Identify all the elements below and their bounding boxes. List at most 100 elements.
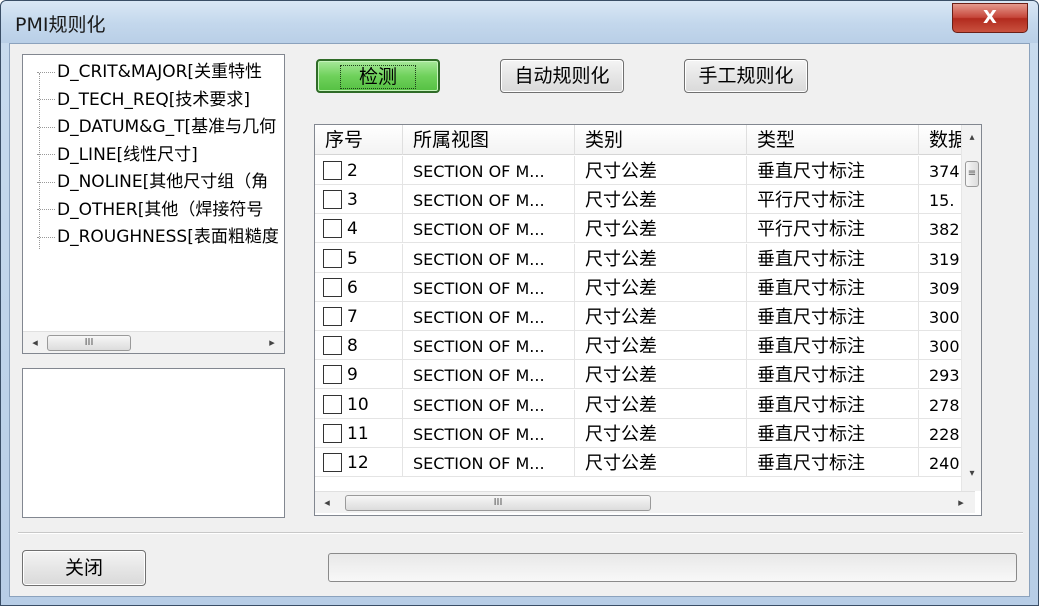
cell-category: 尺寸公差 (575, 331, 747, 361)
tree-branch-line (37, 154, 55, 155)
column-header-category[interactable]: 类别 (575, 125, 747, 155)
cell-no: 11 (315, 418, 403, 448)
layer-tree-panel: D_CRIT&MAJOR[关重特性 D_TECH_REQ[技术要求] D_DATUM… (22, 54, 285, 354)
tree-item[interactable]: D_NOLINE[其他尺寸组（角 (37, 169, 268, 195)
cell-category: 尺寸公差 (575, 448, 747, 477)
row-checkbox[interactable] (323, 307, 342, 326)
scroll-right-arrow-icon[interactable]: ▸ (262, 332, 282, 354)
cell-view: SECTION OF M... (403, 302, 575, 331)
cell-type: 垂直尺寸标注 (747, 389, 919, 419)
table-vscroll-thumb[interactable]: ≡ (965, 161, 979, 187)
cell-no: 12 (315, 448, 403, 477)
check-button[interactable]: 检测 (316, 59, 440, 93)
table-row[interactable]: 5 SECTION OF M... 尺寸公差 垂直尺寸标注 319.4 (315, 243, 975, 273)
tree-scroll-thumb[interactable]: III (47, 335, 131, 351)
table-row[interactable]: 6 SECTION OF M... 尺寸公差 垂直尺寸标注 309. (315, 272, 975, 302)
column-header-view[interactable]: 所属视图 (403, 125, 575, 155)
scroll-left-arrow-icon[interactable]: ◂ (25, 332, 45, 354)
table-row[interactable]: 4 SECTION OF M... 尺寸公差 平行尺寸标注 382. (315, 214, 975, 244)
row-checkbox[interactable] (323, 277, 342, 297)
tree-item[interactable]: D_TECH_REQ[技术要求] (37, 87, 250, 113)
scroll-down-arrow-icon[interactable]: ▾ (962, 463, 981, 485)
tree-branch-line (37, 99, 55, 100)
cell-view: SECTION OF M... (403, 360, 575, 390)
table-row[interactable]: 9 SECTION OF M... 尺寸公差 垂直尺寸标注 293. (315, 360, 975, 390)
row-checkbox[interactable] (323, 219, 342, 239)
cell-type: 垂直尺寸标注 (747, 302, 919, 331)
title-bar[interactable]: PMI规则化 X (1, 1, 1038, 43)
tree-item[interactable]: D_OTHER[其他（焊接符号 (37, 197, 263, 223)
table-vertical-scrollbar[interactable]: ▴ ≡ ▾ (961, 125, 981, 491)
window-close-button[interactable]: X (952, 3, 1028, 33)
cell-type: 垂直尺寸标注 (747, 156, 919, 185)
cell-no: 6 (315, 272, 403, 302)
cell-view: SECTION OF M... (403, 156, 575, 185)
tree-item-label: D_TECH_REQ[技术要求] (57, 89, 251, 110)
check-button-label: 检测 (339, 65, 416, 89)
cell-view: SECTION OF M... (403, 185, 575, 215)
manual-regularize-button[interactable]: 手工规则化 (684, 59, 808, 93)
scroll-right-arrow-icon[interactable]: ▸ (951, 492, 971, 514)
row-checkbox[interactable] (323, 453, 342, 472)
table-horizontal-scrollbar[interactable]: ◂ III ▸ (315, 491, 975, 513)
tree-item[interactable]: D_LINE[线性尺寸] (37, 142, 198, 168)
column-header-type[interactable]: 类型 (747, 125, 919, 155)
tree-item-label: D_CRIT&MAJOR[关重特性 (57, 62, 263, 82)
tree-item[interactable]: D_DATUM&G_T[基准与几何 (37, 114, 276, 140)
cell-no: 3 (315, 185, 403, 215)
table-row[interactable]: 2 SECTION OF M... 尺寸公差 垂直尺寸标注 374. (315, 156, 975, 185)
cell-view: SECTION OF M... (403, 418, 575, 448)
table-row[interactable]: 8 SECTION OF M... 尺寸公差 垂直尺寸标注 300. (315, 331, 975, 361)
row-number: 10 (347, 394, 369, 415)
cell-type: 平行尺寸标注 (747, 214, 919, 244)
progress-bar (328, 553, 1017, 582)
footer-divider (18, 532, 1023, 534)
tree-horizontal-scrollbar[interactable]: ◂ III ▸ (23, 331, 284, 353)
cell-category: 尺寸公差 (575, 185, 747, 215)
close-button[interactable]: 关闭 (22, 550, 146, 586)
auto-regularize-button[interactable]: 自动规则化 (500, 59, 624, 93)
table-hscroll-thumb[interactable]: III (345, 495, 651, 511)
table-row[interactable]: 3 SECTION OF M... 尺寸公差 平行尺寸标注 15. (315, 185, 975, 215)
cell-no: 9 (315, 360, 403, 390)
row-checkbox[interactable] (323, 161, 342, 180)
cell-no: 8 (315, 331, 403, 361)
table-row[interactable]: 11 SECTION OF M... 尺寸公差 垂直尺寸标注 228. (315, 418, 975, 448)
scroll-up-arrow-icon[interactable]: ▴ (962, 127, 981, 149)
row-number: 2 (347, 161, 358, 181)
layer-tree: D_CRIT&MAJOR[关重特性 D_TECH_REQ[技术要求] D_DATUM… (23, 55, 284, 325)
description-panel (22, 368, 285, 518)
cell-no: 10 (315, 389, 403, 419)
cell-type: 平行尺寸标注 (747, 185, 919, 215)
cell-category: 尺寸公差 (575, 156, 747, 185)
row-checkbox[interactable] (323, 394, 342, 414)
tree-branch-line (37, 181, 55, 183)
table-row[interactable]: 7 SECTION OF M... 尺寸公差 垂直尺寸标注 300.4 (315, 302, 975, 331)
row-number: 6 (347, 277, 358, 298)
close-icon: X (983, 7, 997, 28)
column-header-no[interactable]: 序号 (315, 125, 403, 155)
tree-item-label: D_OTHER[其他（焊接符号 (57, 199, 264, 220)
cell-category: 尺寸公差 (575, 243, 747, 273)
row-checkbox[interactable] (323, 365, 342, 385)
cell-view: SECTION OF M... (403, 272, 575, 302)
tree-item[interactable]: D_ROUGHNESS[表面粗糙度 (37, 224, 279, 250)
tree-item-label: D_LINE[线性尺寸] (57, 144, 198, 165)
tree-item-label: D_ROUGHNESS[表面粗糙度 (57, 227, 279, 247)
table-row[interactable]: 12 SECTION OF M... 尺寸公差 垂直尺寸标注 240. (315, 448, 975, 477)
row-number: 9 (347, 365, 358, 386)
row-checkbox[interactable] (323, 248, 342, 268)
cell-view: SECTION OF M... (403, 331, 575, 361)
row-number: 11 (347, 423, 369, 444)
table-row[interactable]: 10 SECTION OF M... 尺寸公差 垂直尺寸标注 278. (315, 389, 975, 419)
scroll-left-arrow-icon[interactable]: ◂ (317, 492, 337, 514)
cell-view: SECTION OF M... (403, 389, 575, 419)
pmi-table: 序号 所属视图 类别 类型 数据内 2SECTION OF M...尺寸公差垂直… (314, 124, 982, 516)
row-checkbox[interactable] (323, 423, 342, 443)
cell-category: 尺寸公差 (575, 272, 747, 302)
row-checkbox[interactable] (323, 190, 342, 210)
tree-item[interactable]: D_CRIT&MAJOR[关重特性 (37, 59, 262, 85)
tree-item-label: D_NOLINE[其他尺寸组（角 (57, 172, 269, 192)
cell-no: 7 (315, 302, 403, 331)
row-checkbox[interactable] (323, 336, 342, 356)
